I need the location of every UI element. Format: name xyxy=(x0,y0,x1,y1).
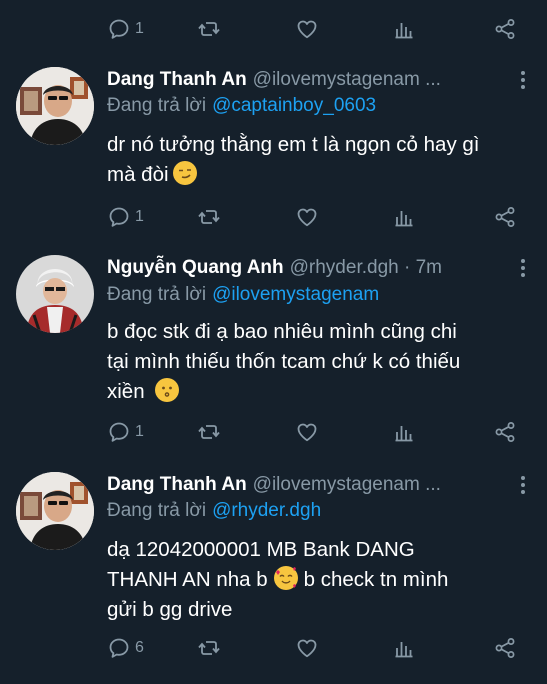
retweet-button[interactable] xyxy=(197,17,295,41)
tweet-header: Dang Thanh An @ilovemystagenam ... xyxy=(107,471,531,499)
stats-icon xyxy=(392,205,416,229)
reply-icon xyxy=(107,636,131,660)
like-button[interactable] xyxy=(295,205,392,229)
author-name[interactable]: Dang Thanh An xyxy=(107,69,247,91)
replying-label: Đang trả lời xyxy=(107,500,207,521)
stats-button[interactable] xyxy=(392,205,489,229)
tweet-actions-top: 1 xyxy=(107,17,517,41)
share-icon xyxy=(493,636,517,660)
retweet-button[interactable] xyxy=(197,205,295,229)
reply-count: 6 xyxy=(135,639,144,656)
replying-mention[interactable]: @captainboy_0603 xyxy=(212,95,376,116)
share-button[interactable] xyxy=(493,17,517,41)
avatar[interactable] xyxy=(16,67,94,145)
replying-mention[interactable]: @rhyder.dgh xyxy=(212,500,321,521)
share-icon xyxy=(493,420,517,444)
share-button[interactable] xyxy=(493,636,517,660)
share-icon xyxy=(493,17,517,41)
tweet-text: dr nó tưởng thằng em t là ngọn cỏ hay gì… xyxy=(107,130,537,190)
more-icon xyxy=(520,68,526,92)
replying-to: Đang trả lời @ilovemystagenam xyxy=(107,284,531,310)
more-button[interactable] xyxy=(515,471,531,499)
more-button[interactable] xyxy=(515,66,531,94)
reply-count: 1 xyxy=(135,20,144,37)
tweet-text-line: dạ 12042000001 MB Bank DANG xyxy=(107,538,415,561)
tweet-actions: 1 xyxy=(107,205,517,229)
smirking-face-emoji xyxy=(172,161,197,185)
avatar-image xyxy=(16,67,94,145)
heart-icon xyxy=(295,17,319,41)
avatar[interactable] xyxy=(16,255,94,333)
share-button[interactable] xyxy=(493,420,517,444)
like-button[interactable] xyxy=(295,420,392,444)
author-handle[interactable]: @rhyder.dgh · 7m xyxy=(290,257,531,279)
retweet-icon xyxy=(197,420,221,444)
share-button[interactable] xyxy=(493,205,517,229)
author-name[interactable]: Nguyễn Quang Anh xyxy=(107,257,284,279)
retweet-button[interactable] xyxy=(197,420,295,444)
share-icon xyxy=(493,205,517,229)
retweet-button[interactable] xyxy=(197,636,295,660)
retweet-icon xyxy=(197,636,221,660)
tweet-text: dạ 12042000001 MB Bank DANG THANH AN nha… xyxy=(107,535,537,625)
avatar-image xyxy=(16,472,94,550)
reply-button[interactable]: 6 xyxy=(107,636,197,660)
replying-label: Đang trả lời xyxy=(107,284,207,305)
heart-icon xyxy=(295,205,319,229)
stats-button[interactable] xyxy=(392,17,489,41)
author-handle[interactable]: @ilovemystagenam ... xyxy=(253,69,531,91)
retweet-icon xyxy=(197,205,221,229)
avatar-image xyxy=(16,255,94,333)
stats-button[interactable] xyxy=(392,636,489,660)
tweet-text-line: mà đòi xyxy=(107,163,169,186)
like-button[interactable] xyxy=(295,636,392,660)
more-icon xyxy=(520,473,526,497)
stats-icon xyxy=(392,420,416,444)
smiling-face-with-hearts-emoji xyxy=(273,566,298,590)
stats-icon xyxy=(392,636,416,660)
retweet-icon xyxy=(197,17,221,41)
reply-button[interactable]: 1 xyxy=(107,17,197,41)
reply-icon xyxy=(107,420,131,444)
heart-icon xyxy=(295,420,319,444)
tweet-text-line: tại mình thiếu thốn tcam chứ k có thiếu xyxy=(107,350,461,373)
stats-icon xyxy=(392,17,416,41)
reply-count: 1 xyxy=(135,423,144,440)
like-button[interactable] xyxy=(295,17,392,41)
replying-label: Đang trả lời xyxy=(107,95,207,116)
tweet-text: b đọc stk đi ạ bao nhiêu mình cũng chi t… xyxy=(107,317,537,407)
author-name[interactable]: Dang Thanh An xyxy=(107,474,247,496)
tweet-header: Nguyễn Quang Anh @rhyder.dgh · 7m xyxy=(107,254,531,282)
more-icon xyxy=(520,256,526,280)
replying-to: Đang trả lời @rhyder.dgh xyxy=(107,500,531,526)
reply-icon xyxy=(107,205,131,229)
reply-icon xyxy=(107,17,131,41)
tweet-actions: 6 xyxy=(107,636,517,660)
tweet-text-line: xiền xyxy=(107,380,145,403)
reply-count: 1 xyxy=(135,208,144,225)
more-button[interactable] xyxy=(515,254,531,282)
tweet-text-line: gửi b gg drive xyxy=(107,598,233,621)
author-handle[interactable]: @ilovemystagenam ... xyxy=(253,474,531,496)
replying-mention[interactable]: @ilovemystagenam xyxy=(212,284,379,305)
heart-icon xyxy=(295,636,319,660)
reply-button[interactable]: 1 xyxy=(107,420,197,444)
stats-button[interactable] xyxy=(392,420,489,444)
replying-to: Đang trả lời @captainboy_0603 xyxy=(107,95,531,121)
kissing-face-emoji xyxy=(154,378,179,402)
tweet-actions: 1 xyxy=(107,420,517,444)
tweet-text-line: dr nó tưởng thằng em t là ngọn cỏ hay gì xyxy=(107,133,480,156)
tweet-text-line: b đọc stk đi ạ bao nhiêu mình cũng chi xyxy=(107,320,457,343)
tweet-text-line: THANH AN nha b xyxy=(107,568,268,591)
reply-button[interactable]: 1 xyxy=(107,205,197,229)
tweet-text-line: b check tn mình xyxy=(303,568,449,591)
tweet-header: Dang Thanh An @ilovemystagenam ... xyxy=(107,66,531,94)
avatar[interactable] xyxy=(16,472,94,550)
